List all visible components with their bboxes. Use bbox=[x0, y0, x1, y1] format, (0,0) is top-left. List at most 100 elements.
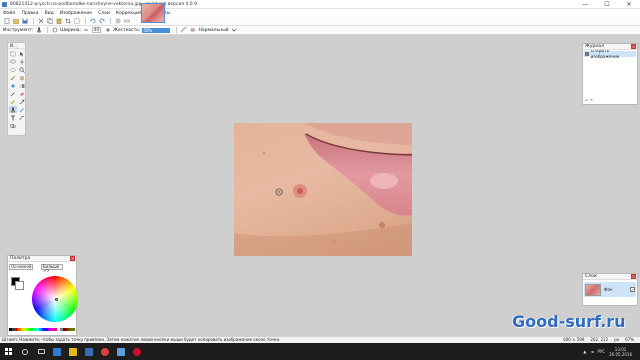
open-icon[interactable] bbox=[12, 18, 19, 25]
menu-edit[interactable]: Правка bbox=[21, 11, 38, 16]
chevron-down-icon[interactable] bbox=[231, 27, 238, 34]
toolbar-divider bbox=[47, 27, 49, 33]
layers-panel: Слои × Фон ✓ bbox=[582, 273, 638, 306]
paintbrush-icon[interactable] bbox=[9, 90, 17, 97]
language-indicator[interactable]: РУС bbox=[597, 349, 605, 354]
ellipse-select-icon[interactable] bbox=[9, 66, 17, 73]
menu-layers[interactable]: Слои bbox=[98, 11, 110, 16]
layers-title: Слои bbox=[585, 274, 597, 279]
rect-select-icon[interactable] bbox=[9, 50, 17, 57]
deselect-icon[interactable] bbox=[73, 18, 80, 25]
grid-icon[interactable] bbox=[114, 18, 121, 25]
store-icon[interactable] bbox=[82, 346, 96, 358]
task-view-icon[interactable] bbox=[34, 346, 48, 358]
antialias-icon[interactable] bbox=[180, 27, 187, 34]
line-curve-icon[interactable] bbox=[18, 114, 26, 121]
color-mode-select[interactable]: Основной bbox=[9, 264, 33, 270]
menu-view[interactable]: Вид bbox=[45, 11, 54, 16]
photo-content bbox=[234, 123, 412, 256]
paintnet-icon[interactable] bbox=[114, 346, 128, 358]
windows-start-icon[interactable] bbox=[0, 343, 17, 360]
taskbar: ▲ ◄ РУС 13:01 26.05.2016 bbox=[0, 343, 640, 360]
close-icon[interactable]: × bbox=[631, 274, 636, 279]
history-panel: Журнал × Открыть изображение ↶ ↷ bbox=[582, 43, 638, 105]
clone-stamp-tool-icon[interactable] bbox=[9, 106, 17, 113]
image-tab-thumbnail[interactable] bbox=[141, 3, 165, 23]
chrome-icon[interactable] bbox=[98, 346, 112, 358]
hardness-slider[interactable]: 50% bbox=[142, 27, 171, 33]
hardness-label: Жесткость: bbox=[113, 27, 141, 33]
clock[interactable]: 13:01 26.05.2016 bbox=[609, 347, 632, 357]
tools-panel: И... bbox=[7, 42, 26, 136]
cut-icon[interactable] bbox=[37, 18, 44, 25]
color-picker-icon[interactable] bbox=[18, 98, 26, 105]
close-icon[interactable]: × bbox=[631, 44, 636, 49]
move-icon[interactable] bbox=[18, 50, 26, 57]
palette-panel: Палитра × Основной Больше >> bbox=[7, 255, 78, 336]
palette-title: Палитра bbox=[10, 256, 31, 261]
explorer-icon[interactable] bbox=[66, 346, 80, 358]
eraser-icon[interactable] bbox=[18, 90, 26, 97]
close-icon[interactable]: × bbox=[70, 256, 75, 261]
toolbar-divider bbox=[110, 18, 111, 24]
maximize-button[interactable]: ☐ bbox=[596, 0, 618, 9]
blend-mode-icon[interactable] bbox=[189, 27, 196, 34]
history-item[interactable]: Открыть изображение bbox=[584, 48, 636, 59]
close-button[interactable]: ✕ bbox=[618, 0, 640, 9]
text-icon[interactable] bbox=[9, 114, 17, 121]
ruler-icon[interactable] bbox=[123, 18, 130, 25]
pan-icon[interactable] bbox=[18, 74, 26, 81]
menu-file[interactable]: Файл bbox=[3, 11, 15, 16]
menu-image[interactable]: Изображение bbox=[60, 11, 92, 16]
menu-adjustments[interactable]: Коррекция bbox=[116, 11, 142, 16]
edge-browser-icon[interactable] bbox=[50, 346, 64, 358]
more-colors-button[interactable]: Больше >> bbox=[41, 264, 63, 273]
undo-icon[interactable] bbox=[89, 18, 96, 25]
site-watermark: Good-surf.ru bbox=[512, 312, 626, 331]
width-input[interactable]: 40 bbox=[91, 27, 101, 33]
color-wheel-cursor bbox=[55, 298, 58, 301]
open-image-icon bbox=[585, 52, 589, 56]
copy-icon[interactable] bbox=[46, 18, 53, 25]
volume-icon[interactable]: ◄ bbox=[590, 349, 593, 354]
increase-icon[interactable] bbox=[104, 27, 111, 34]
history-controls: ↶ ↷ bbox=[585, 98, 593, 103]
layer-visibility-checkbox[interactable]: ✓ bbox=[630, 287, 635, 292]
redo-icon[interactable] bbox=[98, 18, 105, 25]
color-swatches[interactable] bbox=[9, 328, 75, 331]
app-icon bbox=[2, 1, 7, 7]
paste-icon[interactable] bbox=[55, 18, 62, 25]
decrease-icon[interactable] bbox=[83, 27, 90, 34]
new-icon[interactable] bbox=[3, 18, 10, 25]
opera-icon[interactable] bbox=[130, 346, 144, 358]
system-tray: ▲ ◄ РУС 13:01 26.05.2016 bbox=[579, 347, 640, 357]
layer-name: Фон bbox=[604, 287, 613, 292]
shapes-icon[interactable] bbox=[9, 122, 17, 129]
toolbar-divider bbox=[33, 18, 34, 24]
zoom-icon[interactable] bbox=[18, 66, 26, 73]
gradient-icon[interactable] bbox=[18, 82, 26, 89]
save-icon[interactable] bbox=[21, 18, 28, 25]
menu-bar: Файл Правка Вид Изображение Слои Коррекц… bbox=[0, 9, 640, 17]
lasso-icon[interactable] bbox=[9, 58, 17, 65]
paint-bucket-icon[interactable] bbox=[9, 82, 17, 89]
crop-icon[interactable] bbox=[64, 18, 71, 25]
toolbar-divider bbox=[85, 18, 86, 24]
toolbar-divider bbox=[176, 27, 178, 33]
move-selection-icon[interactable] bbox=[18, 58, 26, 65]
blend-mode-select[interactable]: Нормальный bbox=[198, 28, 228, 33]
pencil-icon[interactable] bbox=[9, 98, 17, 105]
layer-row[interactable]: Фон ✓ bbox=[584, 282, 636, 297]
secondary-color-swatch[interactable] bbox=[15, 281, 24, 290]
network-icon[interactable]: ▲ bbox=[583, 349, 586, 354]
palette-panel-header: Палитра × bbox=[8, 256, 76, 262]
clone-stamp-icon[interactable] bbox=[35, 27, 42, 34]
image-canvas[interactable] bbox=[234, 123, 412, 256]
main-toolbar bbox=[0, 17, 640, 26]
layers-panel-header: Слои × bbox=[583, 274, 637, 280]
magic-wand-icon[interactable] bbox=[9, 74, 17, 81]
brush-width-icon bbox=[51, 27, 58, 34]
minimize-button[interactable]: — bbox=[574, 0, 596, 9]
search-icon[interactable] bbox=[18, 346, 32, 358]
recolor-icon[interactable] bbox=[18, 106, 26, 113]
